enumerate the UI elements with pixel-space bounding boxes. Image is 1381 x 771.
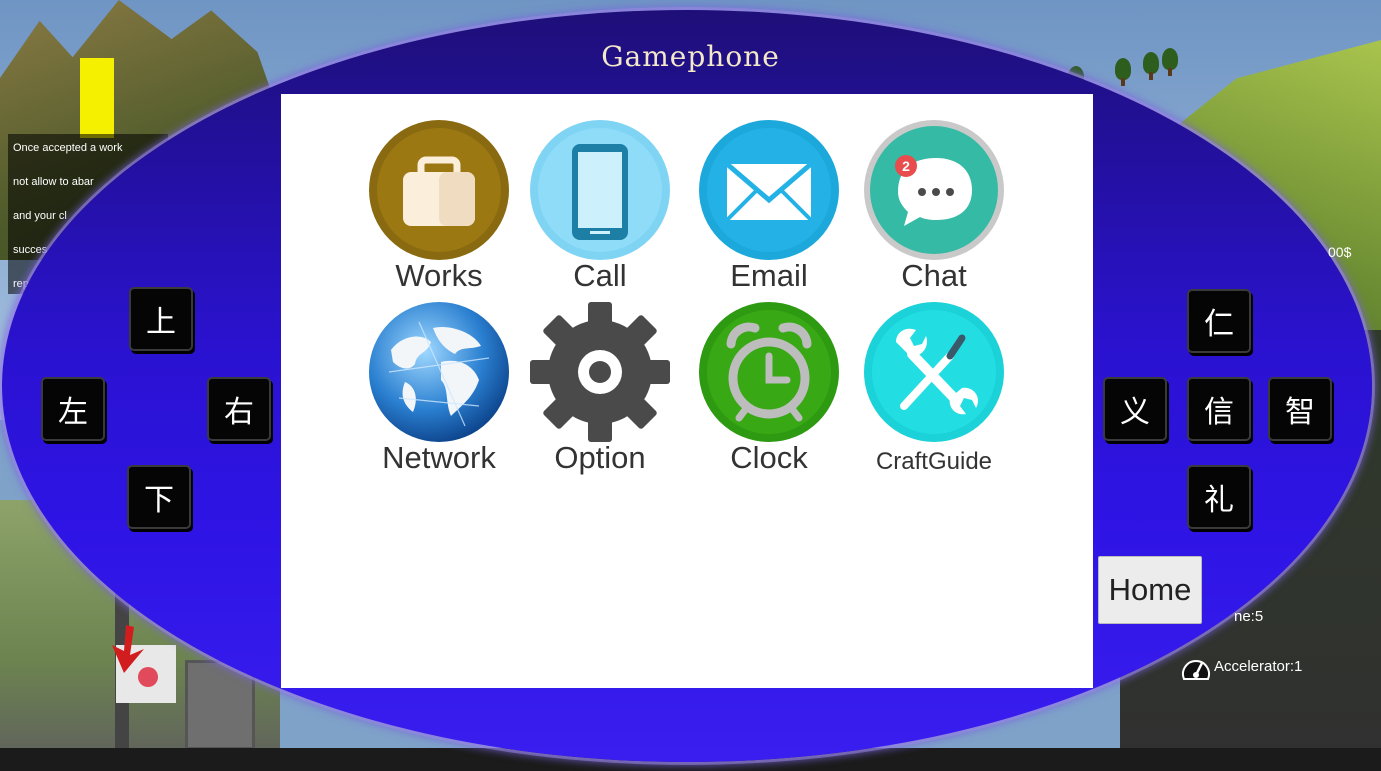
globe-icon xyxy=(369,302,509,442)
virtue-yi-button[interactable]: 义 xyxy=(1103,377,1167,441)
gear-icon xyxy=(530,302,670,442)
app-label: Chat xyxy=(901,258,967,293)
virtue-xin-button[interactable]: 信 xyxy=(1187,377,1251,441)
accelerator-readout: Accelerator:1 xyxy=(1214,658,1303,675)
speedometer-icon xyxy=(1182,660,1210,680)
building xyxy=(185,660,255,750)
briefcase-icon xyxy=(369,120,509,260)
app-label: CraftGuide xyxy=(875,448,993,475)
virtue-li-button[interactable]: 礼 xyxy=(1187,465,1251,529)
app-label: Email xyxy=(730,258,808,293)
dpad-down-button[interactable]: 下 xyxy=(127,465,191,529)
dpad-up-button[interactable]: 上 xyxy=(129,287,193,351)
home-button[interactable]: Home xyxy=(1098,556,1202,624)
app-label: Works xyxy=(395,258,483,293)
phone-title: Gamephone xyxy=(601,40,780,73)
virtue-zhi-button[interactable]: 智 xyxy=(1268,377,1332,441)
wrench-screwdriver-icon xyxy=(864,302,1004,442)
envelope-icon xyxy=(699,120,839,260)
app-label: Network xyxy=(382,440,496,475)
app-label: Call xyxy=(573,258,627,293)
money-readout: 00$ xyxy=(1328,244,1352,260)
alarm-clock-icon xyxy=(699,302,839,442)
phone-screen: Works Call Email 2 Chat Network Option C… xyxy=(281,94,1093,688)
dpad-left-button[interactable]: 左 xyxy=(41,377,105,441)
app-label: Option xyxy=(554,440,646,475)
virtue-ren-button[interactable]: 仁 xyxy=(1187,289,1251,353)
app-label: Clock xyxy=(730,440,808,475)
phone-icon xyxy=(530,120,670,260)
chat-badge: 2 xyxy=(902,158,910,174)
dpad-right-button[interactable]: 右 xyxy=(207,377,271,441)
chat-icon: 2 xyxy=(864,120,1004,260)
time-readout: ne:5 xyxy=(1234,608,1264,625)
